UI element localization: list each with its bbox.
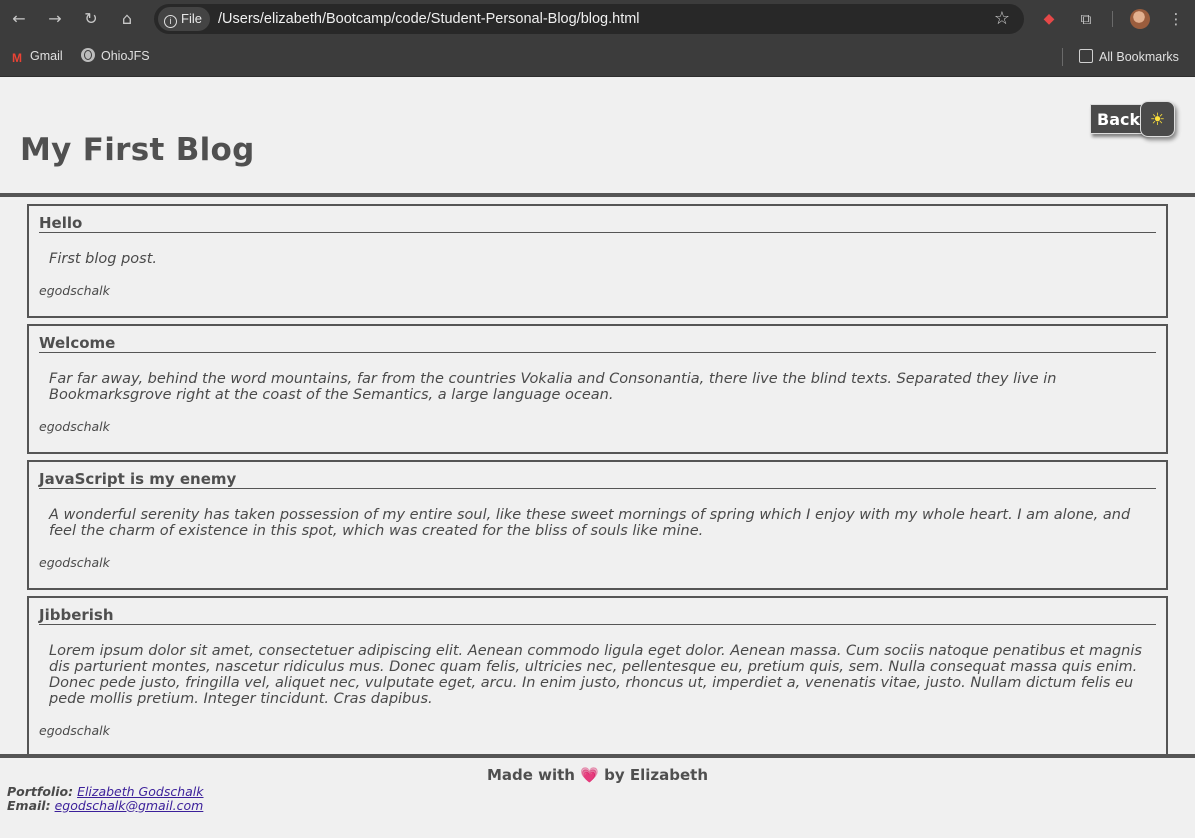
post-author: egodschalk [39,419,110,434]
gmail-icon: M [12,51,22,65]
page: My First Blog Back ☀ Hello First blog po… [0,77,1195,838]
extensions-puzzle-icon[interactable]: ⧉ [1075,8,1097,30]
bookmarks-divider [1062,48,1063,66]
folder-icon [1079,49,1093,63]
all-bookmarks[interactable]: All Bookmarks [1079,48,1179,65]
menu-kebab-icon[interactable]: ⋮ [1165,8,1187,30]
blog-post: Hello First blog post. egodschalk [27,204,1168,318]
post-author: egodschalk [39,283,110,298]
post-title: Jibberish [39,606,1156,625]
post-content: Far far away, behind the word mountains,… [49,371,1057,403]
post-author: egodschalk [39,723,110,738]
forward-arrow-icon[interactable]: → [44,8,66,30]
bookmark-ohiojfs[interactable]: OhioJFS [81,48,150,64]
back-arrow-icon[interactable]: ← [8,8,30,30]
post-title: Hello [39,214,1156,233]
post-title: JavaScript is my enemy [39,470,1156,489]
all-bookmarks-label: All Bookmarks [1099,50,1179,64]
bookmarks-bar: M Gmail OhioJFS All Bookmarks [0,38,1195,77]
heart-icon: 💗 [580,766,599,784]
address-bar[interactable]: i File /Users/elizabeth/Bootcamp/code/Stu… [154,4,1024,34]
contact-info: Portfolio: Elizabeth Godschalk Email: eg… [7,785,204,812]
post-title: Welcome [39,334,1156,353]
reload-icon[interactable]: ↻ [80,8,102,30]
page-title: My First Blog [20,132,255,168]
toolbar-divider [1112,11,1113,27]
blog-post: JavaScript is my enemy A wonderful seren… [27,460,1168,590]
profile-avatar[interactable] [1130,9,1150,29]
file-chip-label: File [181,11,202,26]
bookmark-label: OhioJFS [101,49,150,63]
info-icon: i [164,15,177,28]
post-author: egodschalk [39,555,110,570]
post-content: A wonderful serenity has taken possessio… [49,507,1131,539]
theme-toggle-sun-icon[interactable]: ☀ [1140,101,1175,137]
bookmark-star-icon[interactable]: ☆ [994,4,1010,34]
extension-icon[interactable]: ◆ [1038,8,1060,30]
email-label: Email: [7,797,51,813]
blog-post: Jibberish Lorem ipsum dolor sit amet, co… [27,596,1168,758]
blog-post: Welcome Far far away, behind the word mo… [27,324,1168,454]
post-content: Lorem ipsum dolor sit amet, consectetuer… [49,643,1142,707]
globe-icon [81,48,95,62]
made-with-suffix: by Elizabeth [604,766,709,784]
posts-list: Hello First blog post. egodschalk Welcom… [27,204,1168,764]
site-info-chip[interactable]: i File [158,7,210,31]
email-link[interactable]: egodschalk@gmail.com [55,798,204,813]
site-footer: Made with 💗 by Elizabeth Portfolio: Eliz… [0,754,1195,838]
browser-toolbar: ← → ↻ ⌂ i File /Users/elizabeth/Bootcamp/… [0,0,1195,38]
site-header: My First Blog Back ☀ [0,77,1195,197]
made-with-prefix: Made with [486,766,575,784]
post-content: First blog post. [49,251,158,267]
made-with-line: Made with 💗 by Elizabeth [0,766,1195,784]
url-text[interactable]: /Users/elizabeth/Bootcamp/code/Student-P… [218,4,640,34]
bookmark-gmail[interactable]: M Gmail [10,48,63,65]
back-button[interactable]: Back [1090,104,1148,134]
home-icon[interactable]: ⌂ [116,8,138,30]
bookmark-label: Gmail [30,49,63,63]
